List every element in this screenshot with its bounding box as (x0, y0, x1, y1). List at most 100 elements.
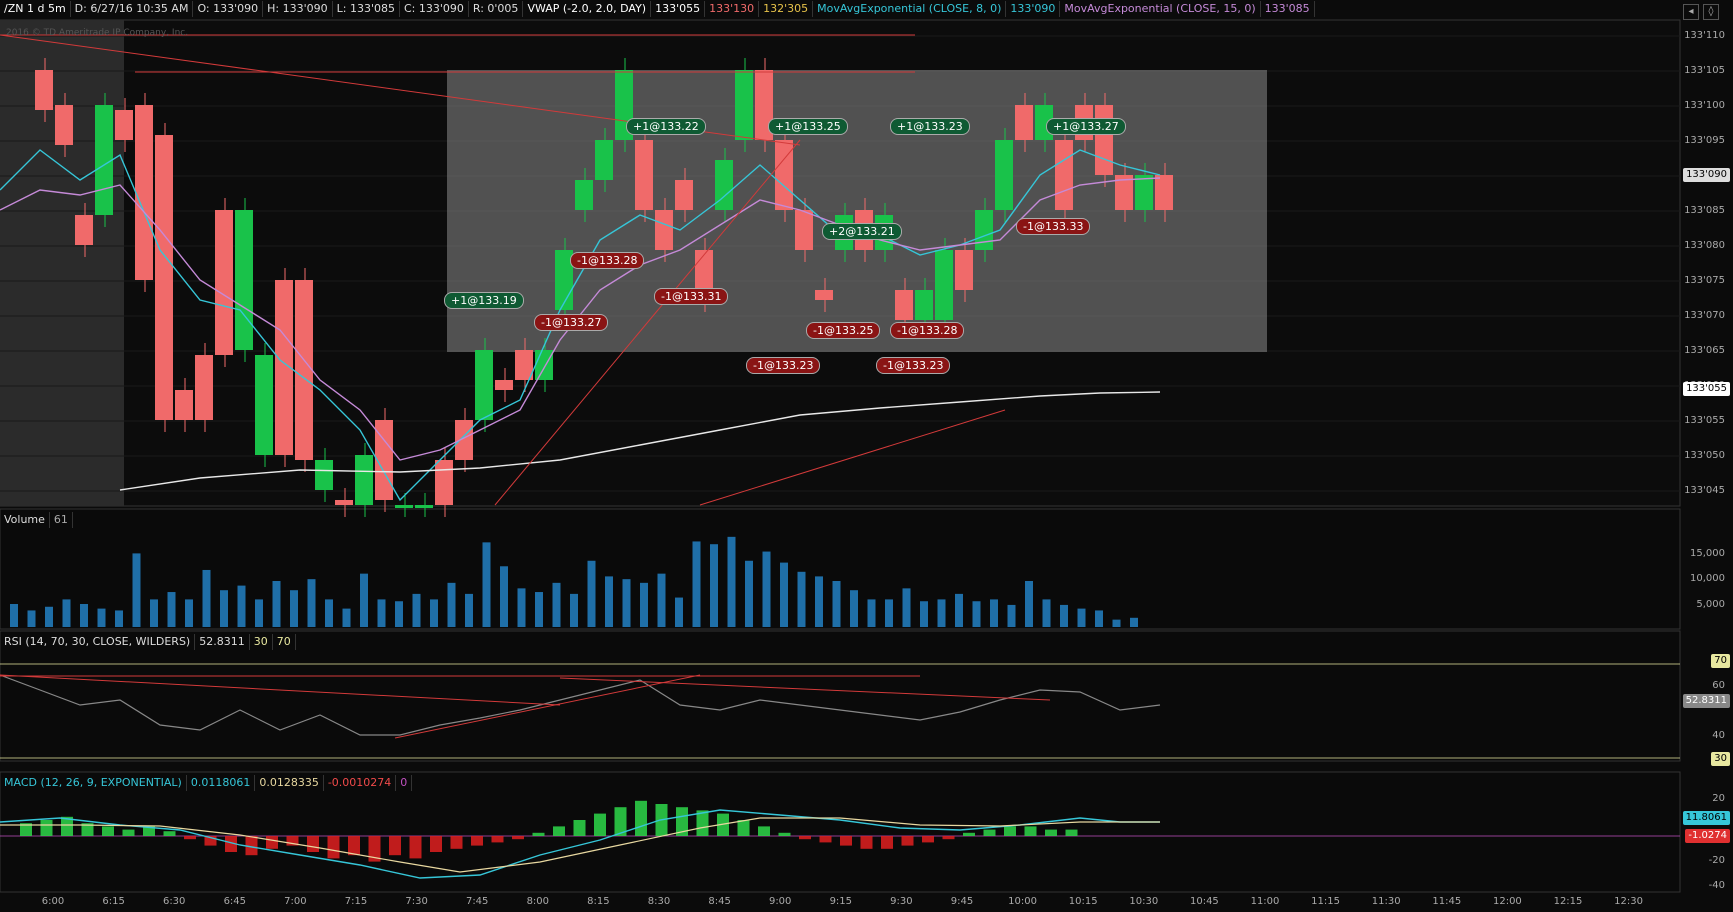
volume-bar (45, 606, 53, 627)
macd-histogram-bar (881, 836, 893, 849)
volume-bar (1042, 599, 1051, 627)
candle-body (795, 210, 813, 250)
candle-body (675, 180, 693, 210)
volume-bar (255, 599, 263, 627)
candle-body (235, 210, 253, 350)
time-axis-label: 8:00 (526, 896, 550, 907)
time-axis-label: 9:45 (950, 896, 974, 907)
volume-bar (10, 604, 18, 627)
trade-marker-5[interactable]: -1@133.31 (654, 288, 729, 305)
volume-bar (360, 573, 368, 627)
time-axis-label: 6:15 (102, 896, 125, 907)
time-axis-label: 7:30 (405, 896, 428, 907)
macd-histogram-bar (491, 836, 504, 843)
trade-marker-14[interactable]: +1@133.27 (1046, 118, 1126, 135)
trade-marker-10[interactable]: +1@133.23 (890, 118, 970, 135)
macd-header: MACD (12, 26, 9, EXPONENTIAL) 0.0118061 … (0, 774, 413, 792)
candle-body (1135, 175, 1153, 210)
macd-value-3: -0.0010274 (324, 775, 397, 791)
trade-marker-1[interactable]: +1@133.19 (444, 292, 524, 309)
macd-histogram-bar (758, 826, 770, 836)
volume-bar (27, 610, 36, 627)
candle-body (115, 110, 133, 140)
candle-body (195, 355, 213, 420)
macd-histogram-bar (1065, 829, 1078, 836)
macd-histogram-bar (348, 836, 360, 856)
volume-bar (377, 599, 386, 627)
price-axis-label: 133'085 (1684, 205, 1725, 216)
trade-marker-11[interactable]: -1@133.28 (890, 322, 965, 339)
volume-bar (307, 579, 316, 627)
candle-body (455, 420, 473, 460)
volume-bar (657, 573, 666, 627)
volume-bar (622, 579, 631, 627)
vwap-price-tag: 133'055 (1683, 382, 1730, 396)
macd-histogram-bar (963, 832, 975, 836)
trade-marker-7[interactable]: -1@133.23 (746, 357, 821, 374)
volume-bar (570, 593, 578, 627)
rsi-value: 52.8311 (195, 634, 250, 650)
time-axis-label: 9:15 (829, 896, 853, 907)
price-axis-label: 133'065 (1684, 345, 1725, 356)
candle-body (395, 505, 413, 508)
volume-bar (867, 599, 876, 627)
trade-marker-8[interactable]: -1@133.25 (806, 322, 881, 339)
trade-marker-12[interactable]: -1@133.23 (876, 357, 951, 374)
macd-label[interactable]: MACD (12, 26, 9, EXPONENTIAL) (0, 775, 187, 791)
trade-marker-13[interactable]: -1@133.33 (1016, 218, 1091, 235)
candle-body (75, 215, 93, 245)
trade-marker-6[interactable]: +1@133.25 (768, 118, 848, 135)
time-axis-label: 11:15 (1311, 896, 1341, 907)
candle-body (255, 355, 273, 455)
rsi-ob-value: 30 (250, 634, 273, 650)
candle-body (915, 290, 933, 320)
volume-bar (920, 601, 928, 627)
candle-body (415, 505, 433, 508)
trade-marker-3[interactable]: -1@133.28 (570, 252, 645, 269)
volume-bar (1112, 619, 1121, 627)
volume-bar (1077, 608, 1086, 627)
volume-bar (762, 551, 771, 627)
candle-body (315, 460, 333, 490)
volume-bar (150, 599, 158, 627)
candle-body (895, 290, 913, 320)
candle-body (35, 70, 53, 110)
candle-body (55, 105, 73, 145)
time-axis-label: 12:15 (1553, 896, 1583, 907)
volume-bar (710, 544, 718, 627)
time-axis-label: 6:00 (41, 896, 65, 907)
volume-bar (850, 590, 858, 627)
candle-body (435, 460, 453, 505)
macd-histogram-bar (799, 836, 811, 840)
macd-tag: 11.8061 (1682, 811, 1730, 825)
rsi-label[interactable]: RSI (14, 70, 30, CLOSE, WILDERS) (0, 634, 196, 650)
macd-histogram-bar (553, 826, 565, 836)
macd-value-1: 0.0118061 (187, 775, 256, 791)
trade-marker-4[interactable]: +1@133.22 (626, 118, 706, 135)
macd-axis-m20: -20 (1708, 855, 1725, 866)
macd-value-2: 0.0128335 (255, 775, 324, 791)
volume-bar (797, 571, 806, 627)
time-axis-label: 7:00 (284, 896, 307, 907)
macd-histogram-bar (1024, 826, 1037, 836)
price-axis-label: 133'045 (1684, 485, 1725, 496)
macd-histogram-bar (1004, 826, 1016, 836)
trade-marker-2[interactable]: -1@133.27 (534, 314, 609, 331)
volume-bar (500, 566, 508, 627)
candle-body (355, 455, 373, 505)
volume-axis-5k: 5,000 (1696, 599, 1725, 610)
price-axis-label: 133'105 (1684, 65, 1725, 76)
price-axis-label: 133'110 (1684, 30, 1725, 41)
macd-histogram-bar (819, 836, 832, 843)
volume-bar (955, 593, 963, 627)
candle-body (995, 140, 1013, 210)
trade-marker-9[interactable]: +2@133.21 (822, 223, 902, 240)
candle-body (135, 105, 153, 280)
macd-axis-m40: -40 (1708, 880, 1725, 891)
candle-body (1155, 175, 1173, 210)
volume-label[interactable]: Volume (0, 512, 50, 528)
macd-histogram-bar (635, 800, 647, 836)
macd-histogram-bar (389, 836, 401, 856)
candle-body (535, 350, 553, 380)
candle-body (155, 135, 173, 420)
